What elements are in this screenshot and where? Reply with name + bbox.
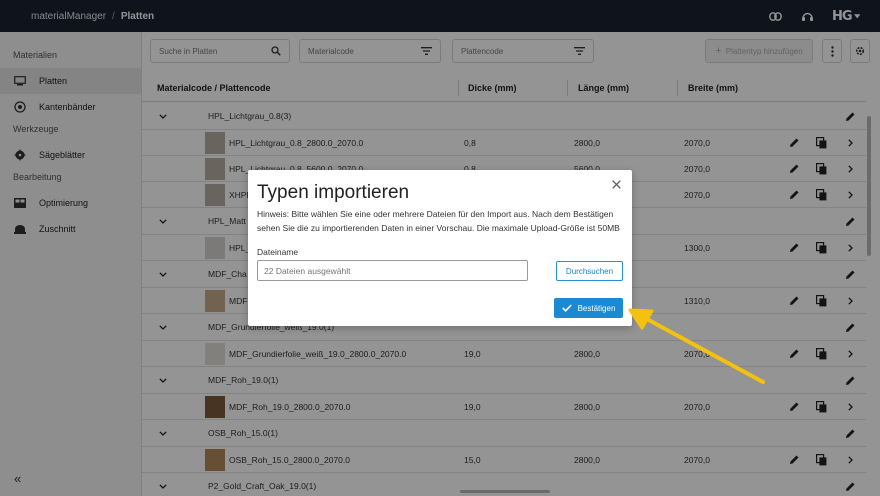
import-dialog: Typen importieren Hinweis: Bitte wählen … [248, 170, 632, 326]
browse-button[interactable]: Durchsuchen [556, 261, 623, 281]
file-name-input[interactable] [257, 260, 528, 281]
file-name-label: Dateiname [257, 247, 299, 257]
close-icon[interactable] [610, 178, 622, 190]
check-icon [561, 304, 572, 312]
confirm-button[interactable]: Bestätigen [554, 298, 623, 318]
confirm-button-label: Bestätigen [577, 303, 616, 313]
dialog-hint: Hinweis: Bitte wählen Sie eine oder mehr… [257, 209, 620, 233]
dialog-title: Typen importieren [257, 182, 410, 203]
